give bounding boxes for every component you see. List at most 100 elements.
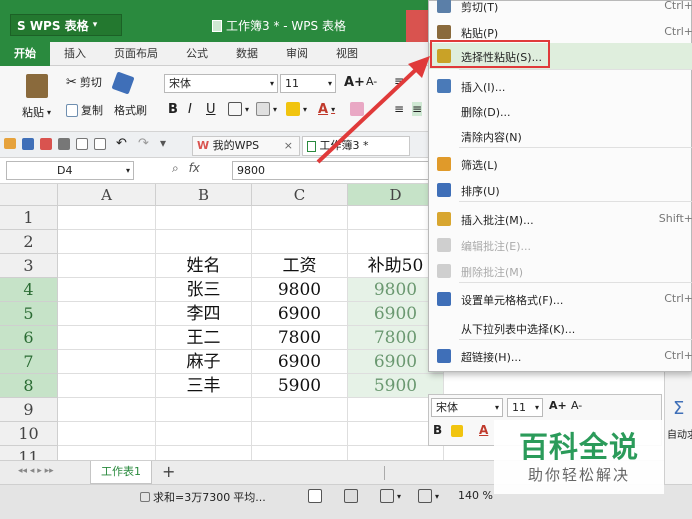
cut-button[interactable]: ✂ 剪切 (66, 74, 102, 90)
name-box[interactable]: D4 ▾ (6, 161, 134, 180)
zoom-level[interactable]: 140 % (458, 489, 493, 502)
grid-cell[interactable] (252, 230, 348, 254)
grid-cell[interactable] (252, 206, 348, 230)
row-header[interactable]: 5 (0, 302, 58, 326)
tab-home[interactable]: 开始 (0, 42, 50, 66)
tab-page-layout[interactable]: 页面布局 (100, 42, 172, 66)
app-menu-button[interactable]: S WPS 表格 ▾ (10, 14, 122, 36)
column-header-c[interactable]: C (252, 184, 348, 206)
undo-icon[interactable]: ↶ (116, 136, 127, 151)
tab-data[interactable]: 数据 (222, 42, 272, 66)
grid-cell[interactable] (58, 374, 156, 398)
grid-cell[interactable]: 工资 (252, 254, 348, 278)
sheet-nav-arrows[interactable]: ◂◂ ◂ ▸ ▸▸ (18, 466, 54, 476)
context-menu-item[interactable]: 筛选(L) (429, 151, 692, 177)
row-header[interactable]: 10 (0, 422, 58, 446)
grid-cell[interactable]: 6900 (252, 350, 348, 374)
grid-cell[interactable]: 姓名 (156, 254, 252, 278)
mini-font-size[interactable]: 11 ▾ (507, 398, 543, 417)
page-break-view-icon[interactable] (344, 489, 358, 503)
column-header-b[interactable]: B (156, 184, 252, 206)
mini-shrink-font[interactable]: A- (571, 399, 582, 412)
row-header[interactable]: 6 (0, 326, 58, 350)
horizontal-scrollbar[interactable] (384, 466, 428, 480)
grid-cell[interactable]: 9800 (252, 278, 348, 302)
grid-cell[interactable] (58, 302, 156, 326)
mini-font-color-icon[interactable]: A (479, 423, 488, 437)
context-menu-item[interactable]: 删除(D)... (429, 98, 692, 124)
normal-view-icon[interactable] (308, 489, 322, 503)
row-header[interactable]: 7 (0, 350, 58, 374)
paste-button[interactable]: 粘贴 ▾ (22, 104, 51, 120)
grid-cell[interactable]: 李四 (156, 302, 252, 326)
grid-cell[interactable] (58, 398, 156, 422)
print-icon[interactable] (58, 138, 70, 150)
autosum-label[interactable]: 自动求 (667, 426, 692, 441)
redo-icon[interactable]: ↷ (138, 136, 149, 151)
tab-my-wps[interactable]: W 我的WPS × (192, 136, 300, 156)
grid-cell[interactable]: 5900 (252, 374, 348, 398)
context-menu-item[interactable]: 插入(I)... (429, 73, 692, 99)
context-menu-item[interactable]: 设置单元格格式(F)... Ctrl+ (429, 286, 692, 312)
grid-cell[interactable] (156, 206, 252, 230)
context-menu-item[interactable]: 超链接(H)... Ctrl+ (429, 343, 692, 369)
search-icon[interactable]: ⌕ (172, 161, 179, 175)
grid-cell[interactable] (58, 326, 156, 350)
layout-view-icon[interactable]: ▾ (380, 489, 401, 503)
grid-cell[interactable] (156, 422, 252, 446)
context-menu-item[interactable]: 从下拉列表中选择(K)... (429, 315, 692, 341)
save-icon[interactable] (22, 138, 34, 150)
close-icon[interactable]: × (284, 137, 293, 155)
grid-cell[interactable] (156, 230, 252, 254)
add-sheet-button[interactable]: + (162, 462, 175, 481)
grid-cell[interactable]: 麻子 (156, 350, 252, 374)
font-name-select[interactable]: 宋体 ▾ (164, 74, 278, 93)
grid-cell[interactable] (58, 206, 156, 230)
grid-cell[interactable] (252, 398, 348, 422)
export-pdf-icon[interactable] (40, 138, 52, 150)
italic-button[interactable]: I (188, 102, 192, 117)
grid-cell[interactable]: 6900 (252, 302, 348, 326)
mini-grow-font[interactable]: A+ (549, 399, 567, 412)
grid-cell[interactable]: 三丰 (156, 374, 252, 398)
format-painter-icon[interactable] (111, 71, 135, 95)
grid-cell[interactable] (58, 278, 156, 302)
row-header[interactable]: 4 (0, 278, 58, 302)
paste-icon[interactable] (26, 74, 48, 98)
cell-style-icon[interactable]: ▾ (256, 102, 277, 116)
column-header-a[interactable]: A (58, 184, 156, 206)
copy-button[interactable]: 复制 (66, 102, 103, 118)
grid-cell[interactable] (58, 230, 156, 254)
grid-cell[interactable] (58, 422, 156, 446)
grid-cell[interactable] (58, 254, 156, 278)
row-header[interactable]: 1 (0, 206, 58, 230)
format-painter-button[interactable]: 格式刷 (114, 102, 147, 118)
grid-cell[interactable]: 7800 (252, 326, 348, 350)
print-preview-icon[interactable] (76, 138, 88, 150)
mini-fill-color-icon[interactable] (451, 425, 463, 437)
insert-function-button[interactable]: fx (189, 161, 200, 175)
grid-cell[interactable] (252, 422, 348, 446)
grid-cell[interactable] (58, 350, 156, 374)
context-menu-item[interactable]: 清除内容(N) (429, 123, 692, 149)
sum-icon[interactable]: Σ (673, 398, 684, 419)
borders-icon[interactable]: ▾ (228, 102, 249, 116)
underline-button[interactable]: U (206, 102, 216, 117)
context-menu-item[interactable]: 剪切(T) Ctrl+ (429, 0, 692, 19)
row-header[interactable]: 2 (0, 230, 58, 254)
tab-insert[interactable]: 插入 (50, 42, 100, 66)
grid-cell[interactable]: 王二 (156, 326, 252, 350)
mini-font-name[interactable]: 宋体 ▾ (431, 398, 503, 417)
customize-qat-icon[interactable]: ▾ (160, 136, 166, 150)
row-header[interactable]: 3 (0, 254, 58, 278)
open-folder-icon[interactable] (4, 138, 16, 149)
bold-button[interactable]: B (168, 102, 178, 117)
select-all-corner[interactable] (0, 184, 58, 206)
reading-view-icon[interactable]: ▾ (418, 489, 439, 503)
context-menu-item[interactable]: 排序(U) (429, 177, 692, 203)
grid-cell[interactable]: 张三 (156, 278, 252, 302)
row-header[interactable]: 9 (0, 398, 58, 422)
tab-formulas[interactable]: 公式 (172, 42, 222, 66)
sheet-tab-active[interactable]: 工作表1 (90, 461, 152, 484)
mini-bold[interactable]: B (433, 423, 442, 437)
